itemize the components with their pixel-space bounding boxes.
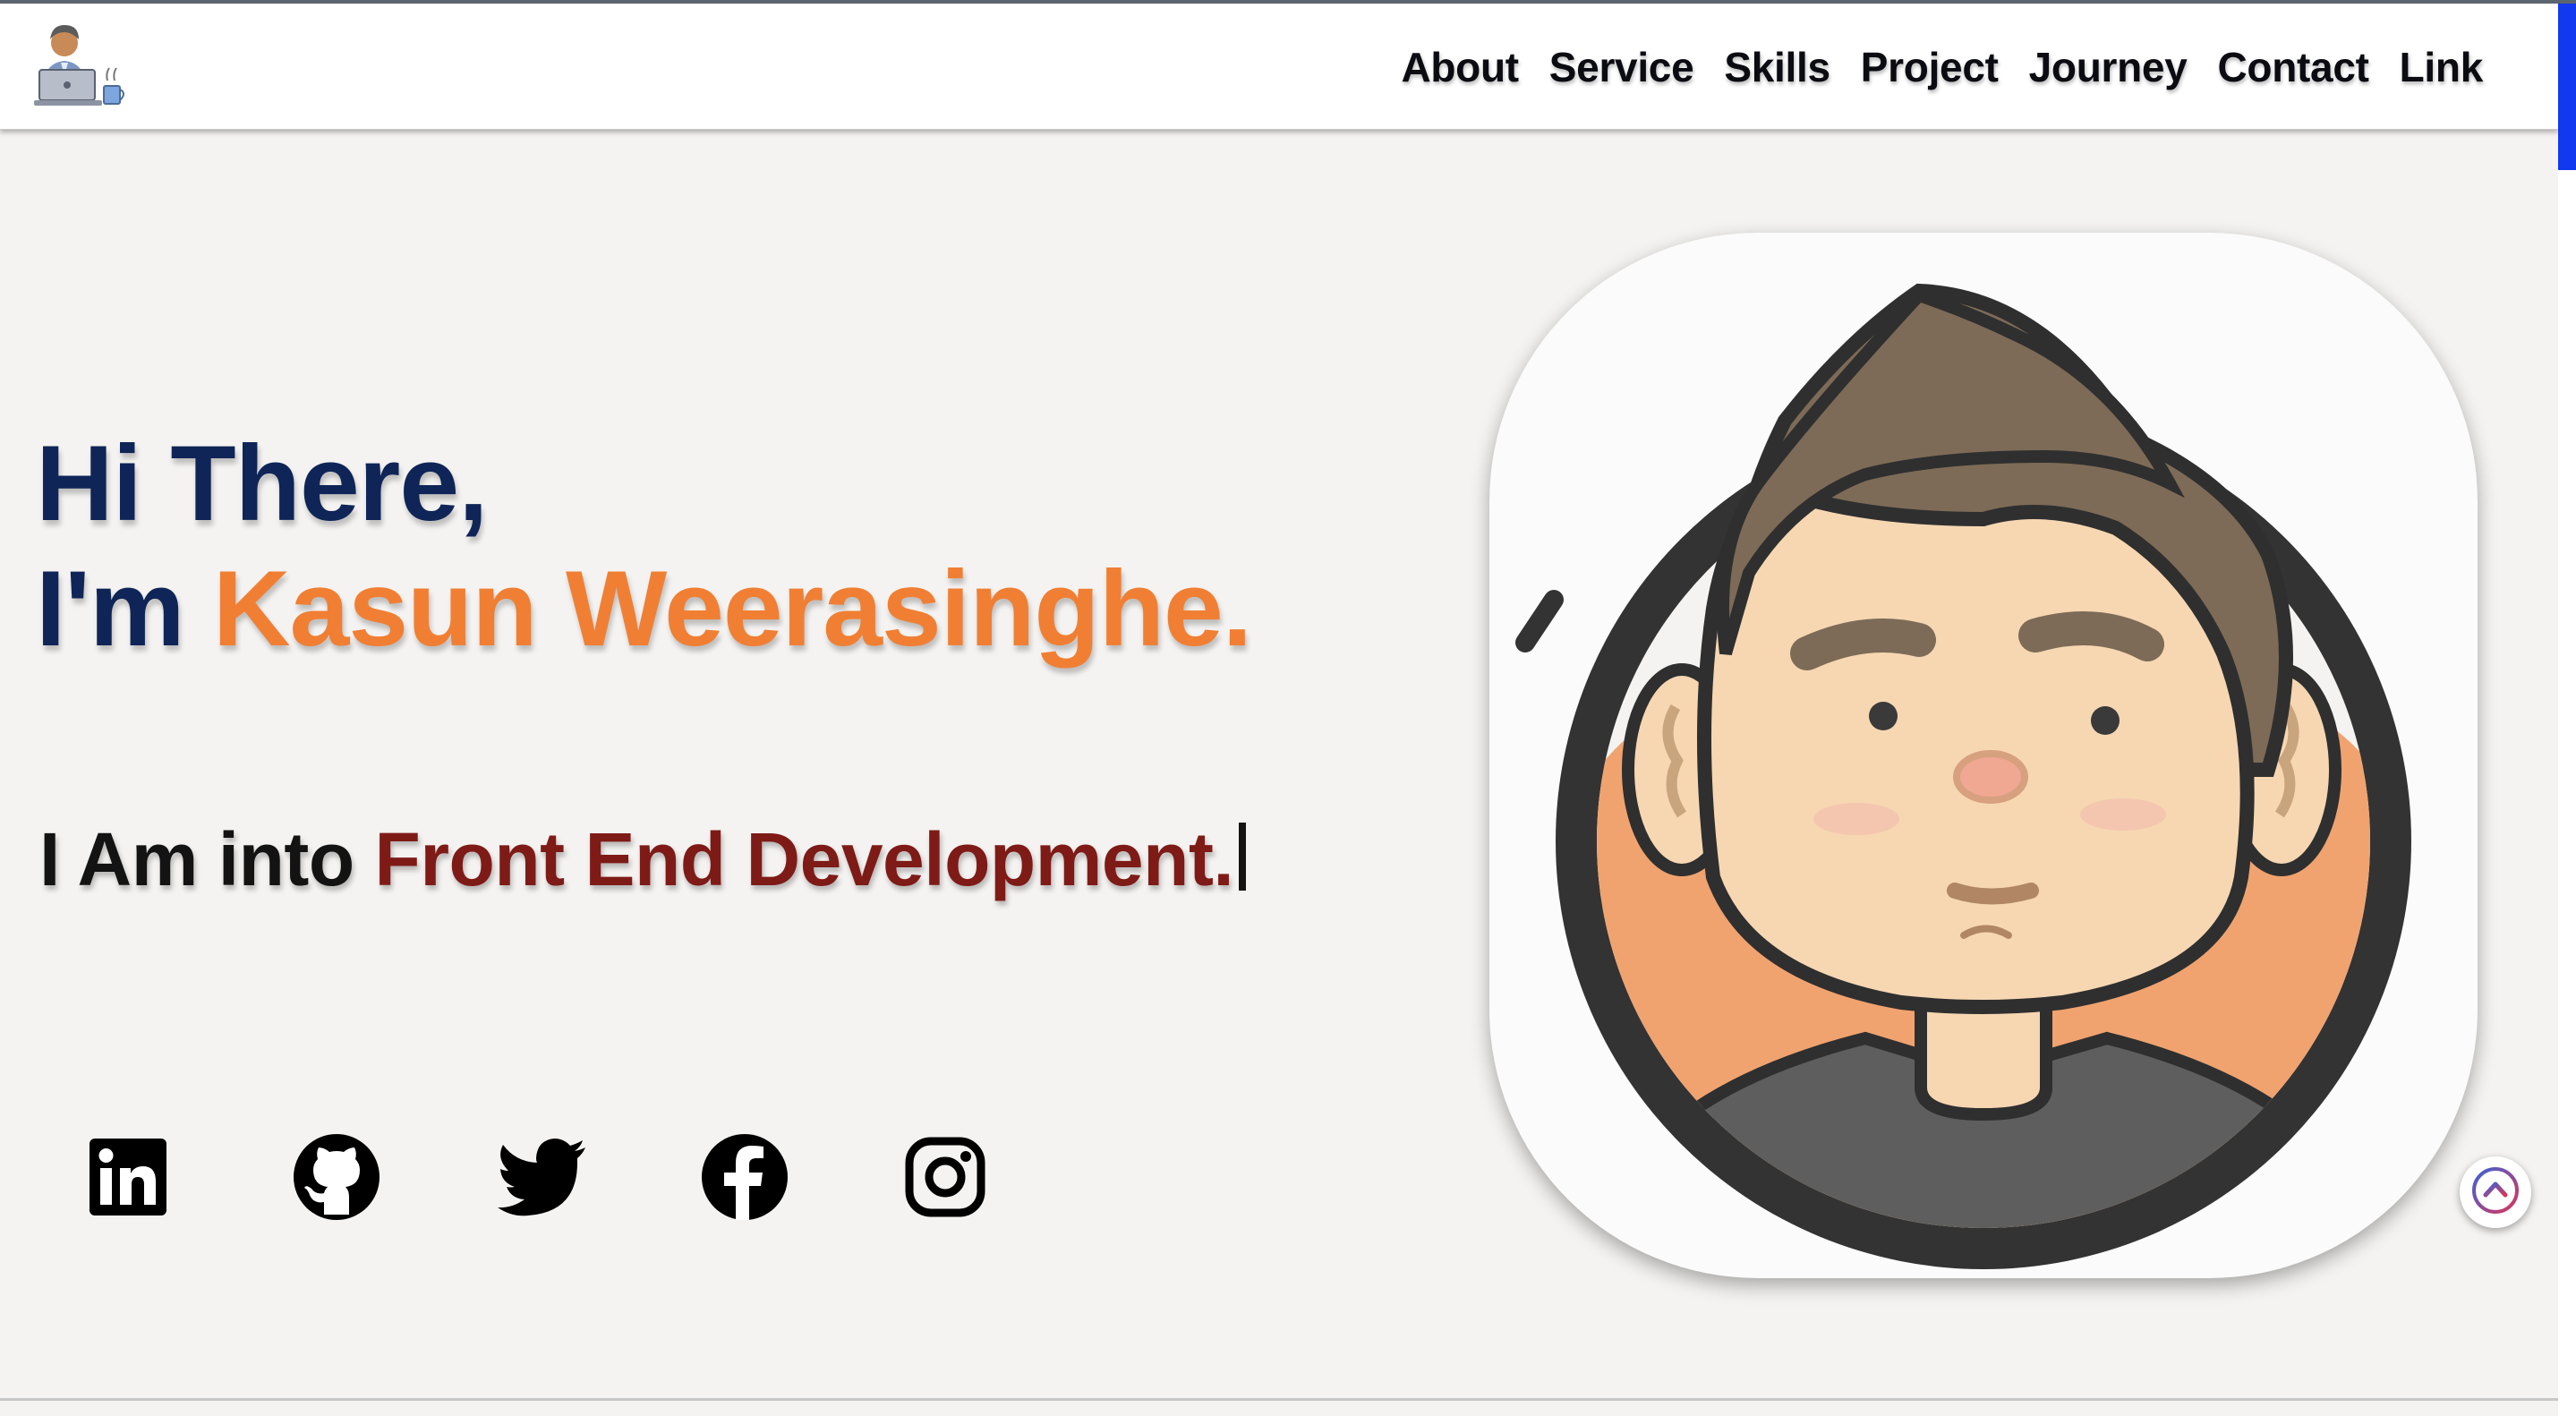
- avatar-illustration: [1515, 283, 2411, 1269]
- facebook-icon[interactable]: [700, 1130, 904, 1224]
- logo[interactable]: [32, 16, 131, 120]
- scroll-progress-indicator: [2558, 4, 2576, 170]
- hero-greeting-line: Hi There,: [36, 423, 488, 543]
- linkedin-icon[interactable]: [88, 1130, 292, 1224]
- scrollbar-track[interactable]: [2558, 170, 2576, 1416]
- nav-about[interactable]: About: [1401, 43, 1519, 91]
- typed-text: Front End Development.: [374, 817, 1234, 901]
- typing-prefix: I Am into: [39, 817, 375, 901]
- nav-contact[interactable]: Contact: [2218, 43, 2369, 91]
- hero-intro-line: I'm Kasun Weerasinghe.: [36, 546, 1252, 671]
- hero-name: Kasun Weerasinghe.: [212, 549, 1252, 669]
- chevron-up-circle-icon: [2469, 1164, 2522, 1222]
- nav-skills[interactable]: Skills: [1724, 43, 1830, 91]
- navbar: About Service Skills Project Journey Con…: [0, 4, 2558, 130]
- nav-service[interactable]: Service: [1549, 43, 1694, 91]
- scroll-to-top-button[interactable]: [2460, 1156, 2531, 1228]
- avatar-image-card: [1489, 233, 2478, 1278]
- hero-intro-prefix: I'm: [36, 549, 213, 669]
- social-links: [88, 1130, 1108, 1224]
- main-nav: About Service Skills Project Journey Con…: [1401, 43, 2483, 91]
- nav-project[interactable]: Project: [1861, 43, 1999, 91]
- twitter-icon[interactable]: [496, 1130, 700, 1224]
- section-divider: [0, 1398, 2558, 1401]
- instagram-icon[interactable]: [904, 1130, 1108, 1224]
- typing-cursor: [1239, 823, 1247, 891]
- nav-link[interactable]: Link: [2400, 43, 2484, 91]
- hero-heading: Hi There, I'm Kasun Weerasinghe.: [36, 421, 1252, 671]
- nav-journey[interactable]: Journey: [2029, 43, 2188, 91]
- typing-text-line: I Am into Front End Development.: [39, 816, 1247, 903]
- github-icon[interactable]: [292, 1130, 496, 1224]
